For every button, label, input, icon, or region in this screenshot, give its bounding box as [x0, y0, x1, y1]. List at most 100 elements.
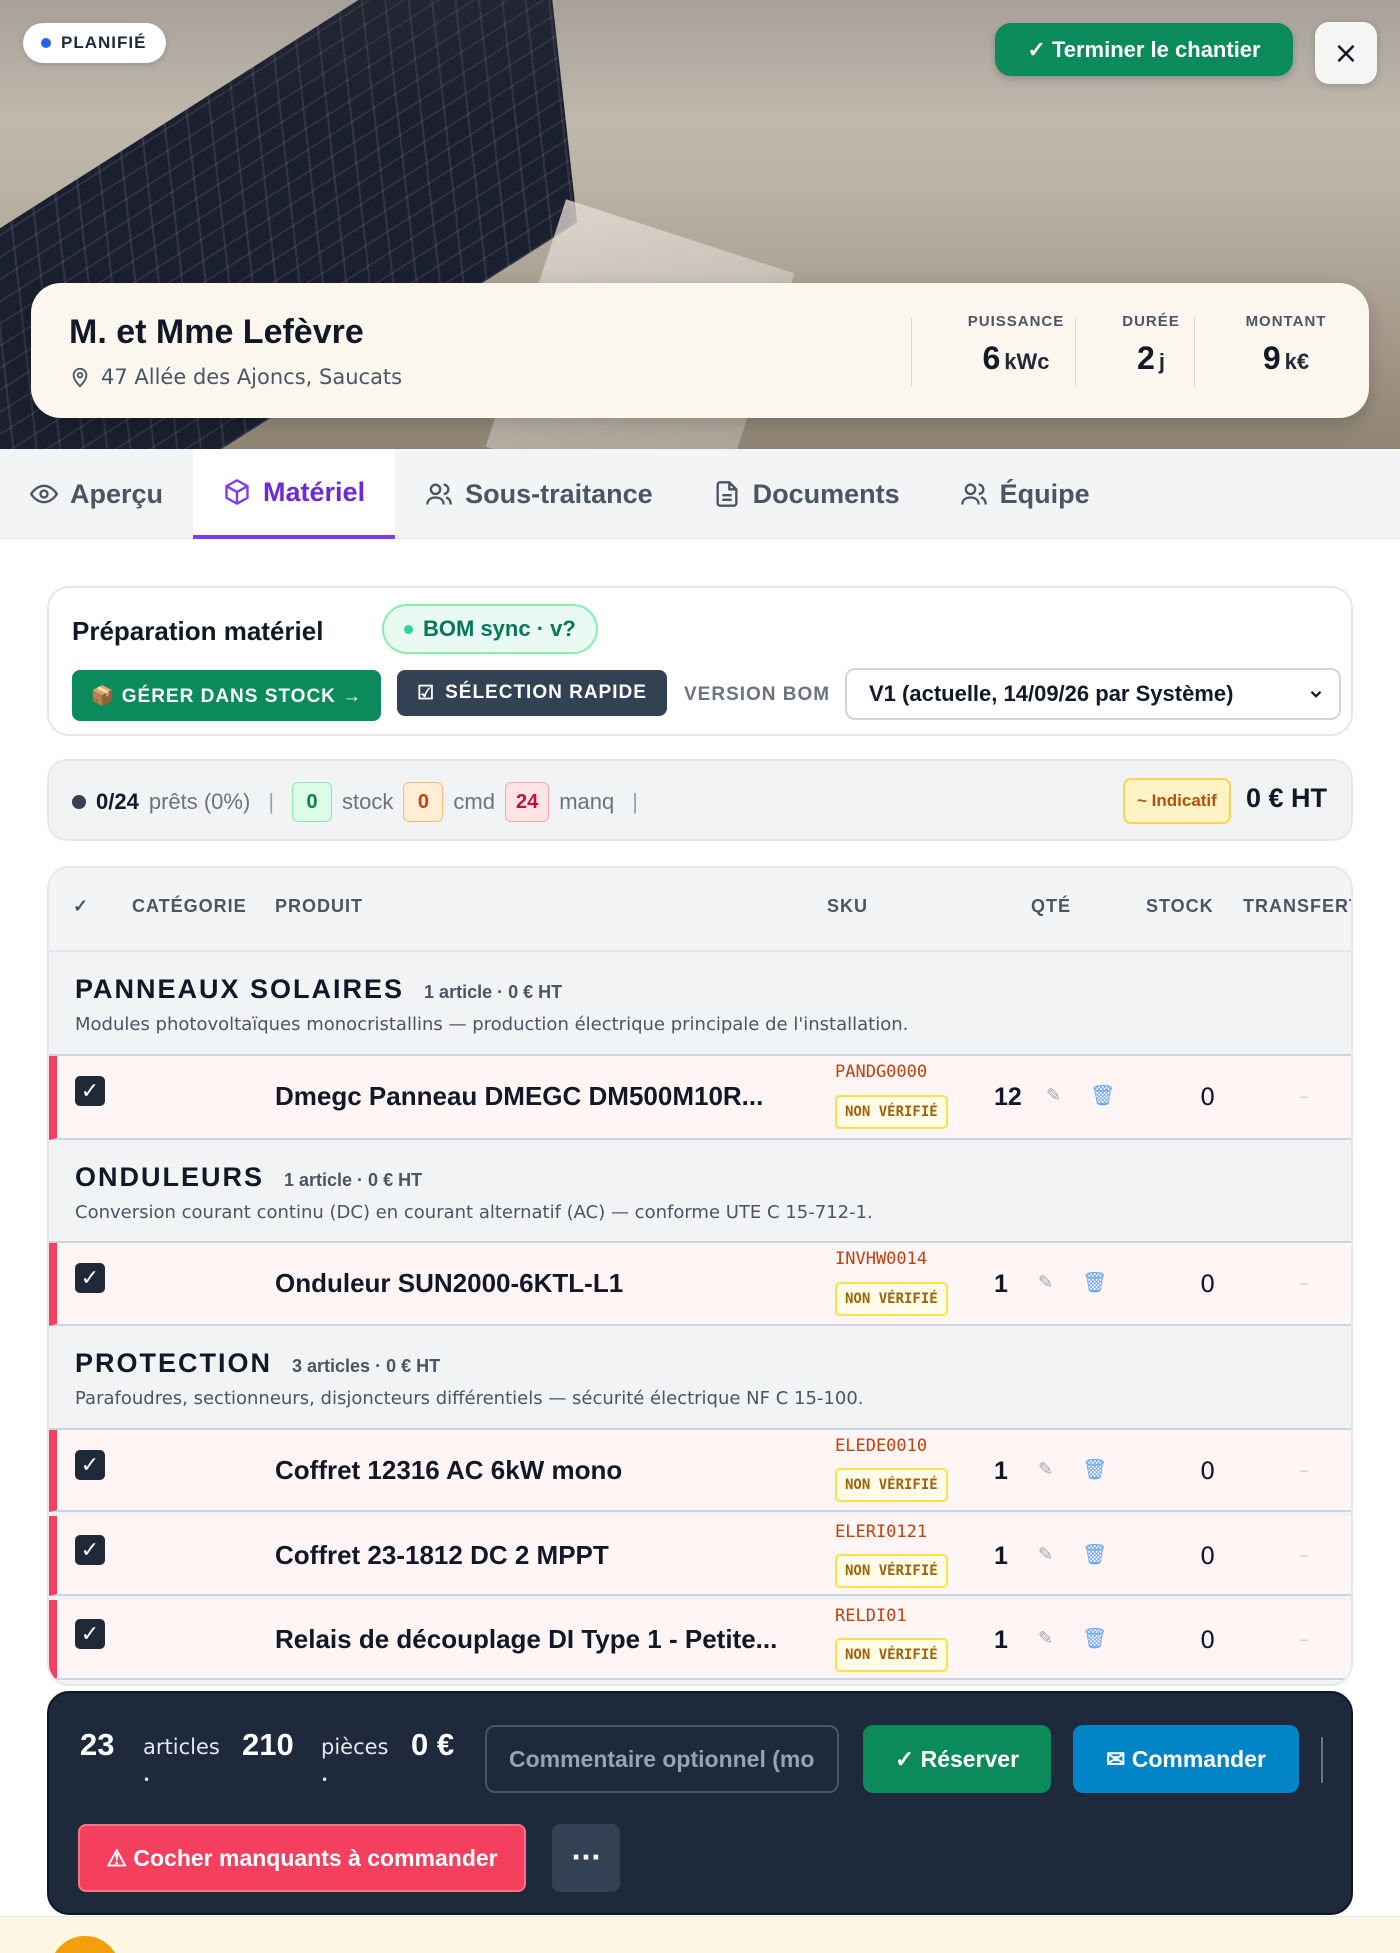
- quantity-value[interactable]: 1: [994, 1626, 1008, 1655]
- edit-icon[interactable]: ✎: [1038, 1628, 1053, 1649]
- metric-amount-label: MONTANT: [1245, 313, 1327, 330]
- metric-duration: DURÉE 2j: [1101, 313, 1201, 377]
- tab-apercu[interactable]: Aperçu: [0, 449, 193, 539]
- tab-materiel[interactable]: Matériel: [193, 449, 396, 539]
- category-description: Conversion courant continu (DC) en coura…: [75, 1202, 873, 1223]
- category-meta: 1 article · 0 € HT: [284, 1170, 423, 1190]
- row-checkbox[interactable]: ✓: [75, 1450, 105, 1480]
- transfer-value: –: [1299, 1627, 1309, 1651]
- metric-divider: [911, 317, 912, 387]
- header-transfer[interactable]: TRANSFERT: [1243, 896, 1351, 917]
- table-row[interactable]: ✓ Coffret 12316 AC 6kW mono ELEDE0010 NO…: [49, 1430, 1351, 1512]
- table-row[interactable]: ✓ Dmegc Panneau DMEGC DM500M10R... PANDG…: [49, 1056, 1351, 1140]
- tab-sous-traitance[interactable]: Sous-traitance: [395, 449, 683, 539]
- stock-value: 0: [1200, 1626, 1216, 1654]
- order-count-chip: 0: [403, 782, 444, 822]
- trash-icon[interactable]: 🗑: [1082, 1626, 1107, 1650]
- client-address: 47 Allée des Ajoncs, Saucats: [69, 365, 402, 389]
- summary-row: 0/24 prêts (0%) | 0 stock 0 cmd 24 manq …: [72, 761, 646, 843]
- divider: [1321, 1737, 1323, 1783]
- quantity-value[interactable]: 1: [994, 1542, 1008, 1571]
- readiness-summary: 0/24 prêts (0%) | 0 stock 0 cmd 24 manq …: [47, 759, 1353, 841]
- category-header: ONDULEURS 1 article · 0 € HT Conversion …: [49, 1140, 1351, 1243]
- product-name: Coffret 12316 AC 6kW mono: [275, 1455, 623, 1485]
- edit-icon[interactable]: ✎: [1038, 1544, 1053, 1565]
- quick-select-label: SÉLECTION RAPIDE: [445, 682, 647, 703]
- users-icon: [426, 483, 452, 505]
- manage-stock-button[interactable]: 📦 GÉRER DANS STOCK →: [72, 670, 381, 721]
- quantity-value[interactable]: 12: [994, 1083, 1022, 1112]
- stock-value: 0: [1200, 1270, 1216, 1298]
- row-checkbox[interactable]: ✓: [75, 1535, 105, 1565]
- table-row[interactable]: ✓ Coffret 23-1812 DC 2 MPPT ELERI0121 NO…: [49, 1516, 1351, 1596]
- product-sku: ELEDE0010: [835, 1436, 928, 1456]
- comment-input[interactable]: Commentaire optionnel (mo: [485, 1725, 839, 1793]
- client-card: M. et Mme Lefèvre 47 Allée des Ajoncs, S…: [31, 283, 1369, 418]
- trash-icon[interactable]: 🗑: [1082, 1457, 1107, 1481]
- summary-total: 0 € HT: [1246, 783, 1328, 813]
- category-description: Parafoudres, sectionneurs, disjoncteurs …: [75, 1388, 864, 1409]
- quantity-value[interactable]: 1: [994, 1270, 1008, 1299]
- header-check: ✓: [73, 896, 90, 916]
- unverified-badge: NON VÉRIFIÉ: [835, 1095, 948, 1129]
- status-dot-icon: [41, 38, 51, 48]
- action-bar: 23 articles • 210 pièces • 0 € HT Commen…: [47, 1691, 1353, 1915]
- header-sku[interactable]: SKU: [827, 896, 868, 917]
- stock-label: stock: [342, 789, 394, 814]
- category-title: PANNEAUX SOLAIRES 1 article · 0 € HT: [75, 974, 562, 1005]
- tab-label: Matériel: [263, 476, 366, 507]
- unverified-badge: NON VÉRIFIÉ: [835, 1282, 948, 1316]
- header-category[interactable]: CATÉGORIE: [132, 896, 247, 917]
- table-row[interactable]: ✓ Relais de découplage DI Type 1 - Petit…: [49, 1600, 1351, 1680]
- trash-icon[interactable]: 🗑: [1082, 1542, 1107, 1566]
- trash-icon[interactable]: 🗑: [1082, 1270, 1107, 1294]
- edit-icon[interactable]: ✎: [1046, 1085, 1061, 1106]
- transfer-value: –: [1299, 1543, 1309, 1567]
- quantity-value[interactable]: 1: [994, 1457, 1008, 1486]
- missing-label: manq: [559, 789, 615, 814]
- edit-icon[interactable]: ✎: [1038, 1459, 1053, 1480]
- tab-label: Équipe: [999, 478, 1090, 509]
- bom-badge-label: BOM sync · v?: [423, 616, 576, 641]
- category-description: Modules photovoltaïques monocristallins …: [75, 1014, 909, 1035]
- tab-documents[interactable]: Documents: [683, 449, 930, 539]
- edit-icon[interactable]: ✎: [1038, 1272, 1053, 1293]
- order-label: cmd: [453, 789, 495, 814]
- tab-label: Sous-traitance: [465, 478, 653, 509]
- trash-icon[interactable]: 🗑: [1090, 1083, 1115, 1107]
- status-badge: PLANIFIÉ: [23, 23, 167, 63]
- ready-label: prêts (0%): [148, 789, 251, 814]
- table-header: ✓ CATÉGORIE PRODUIT SKU QTÉ STOCK TRANSF…: [49, 868, 1351, 952]
- check-missing-button[interactable]: ⚠ Cocher manquants à commander: [78, 1824, 526, 1892]
- quick-select-button[interactable]: ☑ SÉLECTION RAPIDE: [397, 670, 667, 716]
- stock-value: 0: [1200, 1542, 1216, 1570]
- header-product[interactable]: PRODUIT: [275, 896, 363, 917]
- missing-count-chip: 24: [504, 782, 550, 822]
- pieces-label: pièces: [321, 1735, 389, 1759]
- tab-equipe[interactable]: Équipe: [930, 449, 1120, 539]
- header-stock[interactable]: STOCK: [1146, 896, 1214, 917]
- bom-version-label: VERSION BOM: [684, 684, 831, 705]
- reserve-button[interactable]: ✓ Réserver: [863, 1725, 1051, 1793]
- table-row[interactable]: ✓ Onduleur SUN2000-6KTL-L1 INVHW0014 NON…: [49, 1243, 1351, 1326]
- header-qty[interactable]: QTÉ: [1031, 896, 1071, 917]
- more-options-button[interactable]: ···: [552, 1824, 620, 1892]
- progress-dot-icon: [72, 795, 86, 809]
- tab-bar: Aperçu Matériel Sous-traitance Documents…: [0, 449, 1400, 539]
- close-icon[interactable]: ×: [1315, 22, 1377, 84]
- row-checkbox[interactable]: ✓: [75, 1619, 105, 1649]
- stock-value: 0: [1200, 1457, 1216, 1485]
- row-checkbox[interactable]: ✓: [75, 1076, 105, 1106]
- dot-separator: •: [143, 1773, 151, 1787]
- divider: |: [268, 789, 275, 814]
- status-label: PLANIFIÉ: [61, 33, 147, 52]
- hero-banner: PLANIFIÉ ✓ Terminer le chantier × M. et …: [0, 0, 1400, 449]
- bom-version-select[interactable]: V1 (actuelle, 14/09/26 par Système): [845, 668, 1341, 720]
- order-button[interactable]: ✉ Commander: [1073, 1725, 1299, 1793]
- articles-count: 23: [80, 1727, 115, 1762]
- row-checkbox[interactable]: ✓: [75, 1263, 105, 1293]
- stock-value: 0: [1200, 1083, 1216, 1111]
- category-name: PANNEAUX SOLAIRES: [75, 974, 405, 1004]
- finish-site-button[interactable]: ✓ Terminer le chantier: [995, 23, 1293, 76]
- transfer-value: –: [1299, 1084, 1309, 1108]
